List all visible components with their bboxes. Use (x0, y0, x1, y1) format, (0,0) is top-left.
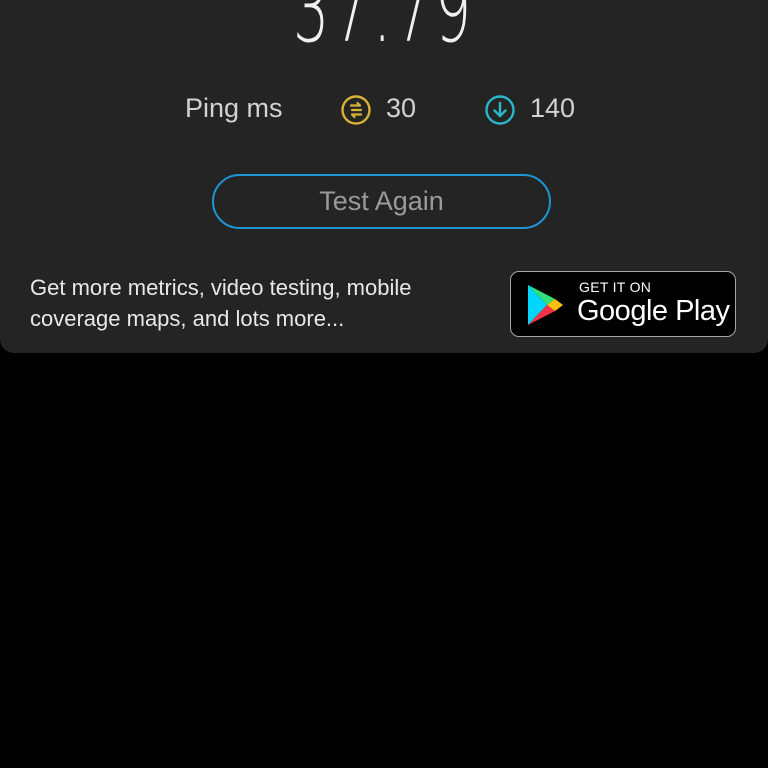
ping-row: Ping ms 30 140 (0, 90, 768, 130)
promo-text: Get more metrics, video testing, mobile … (30, 275, 412, 331)
results-card: 37.79 Ping ms 30 140 Test Again Get more… (0, 0, 768, 353)
google-play-badge[interactable]: GET IT ON Google Play (510, 271, 736, 337)
download-arrow-icon (484, 94, 516, 126)
ping-upload-value: 30 (386, 93, 417, 123)
ping-download-value: 140 (530, 93, 576, 123)
jitter-icon (340, 94, 372, 126)
speed-value: 37.79 (293, 0, 475, 63)
ping-label: Ping ms (185, 93, 283, 123)
store-big-text: Google Play (577, 295, 730, 327)
google-play-logo-icon (525, 283, 565, 327)
store-small-text: GET IT ON (579, 279, 652, 295)
test-again-button[interactable]: Test Again (212, 174, 551, 229)
